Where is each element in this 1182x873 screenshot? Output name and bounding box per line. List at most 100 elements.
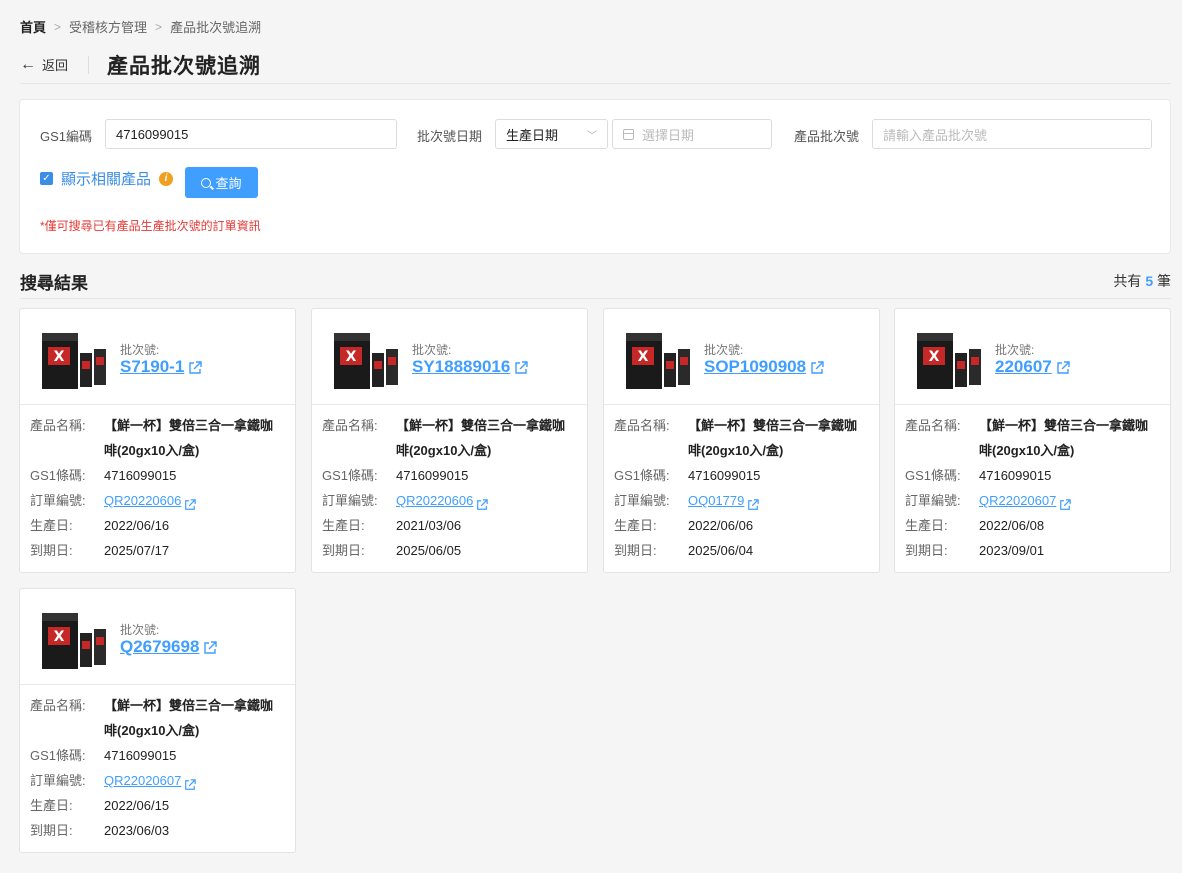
card-header: X 批次號: SY18889016: [312, 309, 587, 405]
exp-date-label: 到期日:: [30, 543, 73, 558]
result-card: X 批次號: Q2679698 產品名稱: 【鮮一杯】雙倍三合一拿鐵咖 啡(20…: [19, 588, 296, 853]
exp-date-row: 到期日: 2025/07/17: [30, 538, 285, 563]
order-row: 訂單編號: OQ01779: [614, 488, 869, 513]
product-image: X: [626, 333, 690, 389]
gs1-label: GS1條碼:: [30, 468, 86, 483]
divider: [88, 55, 90, 74]
mfg-date-label: 生產日:: [322, 518, 365, 533]
mfg-date-value: 2022/06/16: [104, 518, 170, 533]
back-button[interactable]: ← 返回: [20, 55, 68, 74]
svg-text:X: X: [54, 629, 65, 645]
batch-number-value: Q2679698: [120, 637, 200, 656]
breadcrumb-level2[interactable]: 受稽核方管理: [69, 17, 147, 36]
mfg-date-label: 生產日:: [614, 518, 657, 533]
search-panel: GS1編碼 4716099015 批次號日期 生產日期 ﹀ 選擇日期 產品批次號…: [19, 99, 1171, 254]
external-link-icon: [810, 360, 824, 374]
order-link[interactable]: QR20220606: [104, 488, 198, 513]
product-name-label: 產品名稱:: [30, 418, 86, 433]
breadcrumb-current: 產品批次號追溯: [170, 20, 262, 35]
date-type-select[interactable]: 生產日期 ﹀: [495, 119, 608, 149]
external-link-icon: [203, 640, 218, 654]
order-link[interactable]: OQ01779: [688, 488, 761, 513]
mfg-date-value: 2022/06/08: [979, 518, 1045, 533]
product-name-line1: 【鮮一杯】雙倍三合一拿鐵咖: [396, 418, 566, 433]
card-body: 產品名稱: 【鮮一杯】雙倍三合一拿鐵咖 啡(20gx10入/盒) GS1條碼: …: [20, 685, 295, 851]
order-row: 訂單編號: QR22020607: [30, 768, 285, 793]
batch-number-label: 批次號:: [995, 343, 1035, 357]
product-name-line1: 【鮮一杯】雙倍三合一拿鐵咖: [688, 418, 858, 433]
card-body: 產品名稱: 【鮮一杯】雙倍三合一拿鐵咖 啡(20gx10入/盒) GS1條碼: …: [20, 405, 295, 571]
page-title: 產品批次號追溯: [107, 54, 262, 78]
product-name-line1: 【鮮一杯】雙倍三合一拿鐵咖: [979, 418, 1149, 433]
order-link[interactable]: QR22020607: [979, 488, 1073, 513]
product-name-label: 產品名稱:: [905, 418, 961, 433]
info-icon[interactable]: i: [159, 171, 174, 186]
gs1-input[interactable]: 4716099015: [105, 119, 397, 149]
batch-number-label: 批次號:: [120, 343, 160, 357]
mfg-date-row: 生產日: 2022/06/15: [30, 793, 285, 818]
gs1-label: GS1條碼:: [322, 468, 378, 483]
breadcrumb-separator: >: [54, 19, 62, 34]
order-link[interactable]: QR20220606: [396, 488, 490, 513]
product-name-line2: 啡(20gx10入/盒): [396, 443, 492, 458]
date-picker-input[interactable]: 選擇日期: [612, 119, 772, 149]
card-header: X 批次號: Q2679698: [20, 589, 295, 685]
product-image: X: [42, 613, 106, 669]
breadcrumb-separator: >: [155, 19, 163, 34]
product-name-line2: 啡(20gx10入/盒): [979, 443, 1075, 458]
date-placeholder: 選擇日期: [642, 127, 695, 143]
gs1-value: 4716099015: [104, 468, 177, 483]
exp-date-row: 到期日: 2025/06/04: [614, 538, 869, 563]
card-body: 產品名稱: 【鮮一杯】雙倍三合一拿鐵咖 啡(20gx10入/盒) GS1條碼: …: [312, 405, 587, 571]
mfg-date-value: 2022/06/15: [104, 798, 170, 813]
count-value: 5: [1145, 273, 1154, 289]
product-name-line2: 啡(20gx10入/盒): [688, 443, 784, 458]
breadcrumb-home[interactable]: 首頁: [20, 17, 46, 36]
gs1-row: GS1條碼: 4716099015: [905, 463, 1160, 488]
gs1-label: GS1條碼:: [905, 468, 961, 483]
result-card: X 批次號: SOP1090908 產品名稱: 【鮮一杯】雙倍三合一拿鐵咖 啡(…: [603, 308, 880, 573]
arrow-left-icon: ←: [20, 55, 36, 73]
show-related-label[interactable]: 顯示相關產品: [61, 168, 151, 189]
card-body: 產品名稱: 【鮮一杯】雙倍三合一拿鐵咖 啡(20gx10入/盒) GS1條碼: …: [604, 405, 879, 571]
gs1-row: GS1條碼: 4716099015: [30, 463, 285, 488]
batch-number-label: 批次號:: [704, 343, 744, 357]
gs1-value: 4716099015: [396, 468, 469, 483]
exp-date-row: 到期日: 2023/09/01: [905, 538, 1160, 563]
gs1-row: GS1條碼: 4716099015: [614, 463, 869, 488]
search-icon: [201, 177, 212, 188]
exp-date-label: 到期日:: [322, 543, 365, 558]
mfg-date-label: 生產日:: [30, 798, 73, 813]
product-name-row: 產品名稱: 【鮮一杯】雙倍三合一拿鐵咖: [322, 413, 577, 438]
show-related-checkbox[interactable]: ✓ 顯示相關產品 i: [40, 168, 174, 189]
batch-number-label: 批次號:: [120, 623, 160, 637]
batch-number-link[interactable]: Q2679698: [120, 637, 218, 657]
batch-number-link[interactable]: S7190-1: [120, 357, 202, 377]
order-link[interactable]: QR22020607: [104, 768, 198, 793]
external-link-icon: [188, 360, 202, 374]
product-name-line1: 【鮮一杯】雙倍三合一拿鐵咖: [104, 698, 274, 713]
batch-number-value: SY18889016: [412, 357, 511, 376]
date-label: 批次號日期: [417, 129, 483, 144]
order-row: 訂單編號: QR22020607: [905, 488, 1160, 513]
query-button[interactable]: 查詢: [185, 167, 258, 198]
external-link-icon: [1059, 494, 1073, 510]
chevron-down-icon: ﹀: [587, 130, 597, 142]
svg-text:X: X: [54, 349, 65, 365]
checkbox-checked-icon[interactable]: ✓: [40, 172, 53, 185]
card-header: X 批次號: SOP1090908: [604, 309, 879, 405]
batch-number-link[interactable]: SY18889016: [412, 357, 529, 377]
svg-text:X: X: [346, 349, 357, 365]
exp-date-row: 到期日: 2025/06/05: [322, 538, 577, 563]
mfg-date-label: 生產日:: [30, 518, 73, 533]
batch-number-link[interactable]: 220607: [995, 357, 1070, 377]
external-link-icon: [184, 494, 198, 510]
product-name-line2: 啡(20gx10入/盒): [104, 443, 200, 458]
query-label: 查詢: [215, 176, 242, 191]
batch-number-link[interactable]: SOP1090908: [704, 357, 824, 377]
product-name-label: 產品名稱:: [30, 698, 86, 713]
batch-input[interactable]: 請輸入產品批次號: [872, 119, 1152, 149]
product-image: X: [42, 333, 106, 389]
mfg-date-row: 生產日: 2022/06/08: [905, 513, 1160, 538]
gs1-value: 4716099015: [688, 468, 761, 483]
